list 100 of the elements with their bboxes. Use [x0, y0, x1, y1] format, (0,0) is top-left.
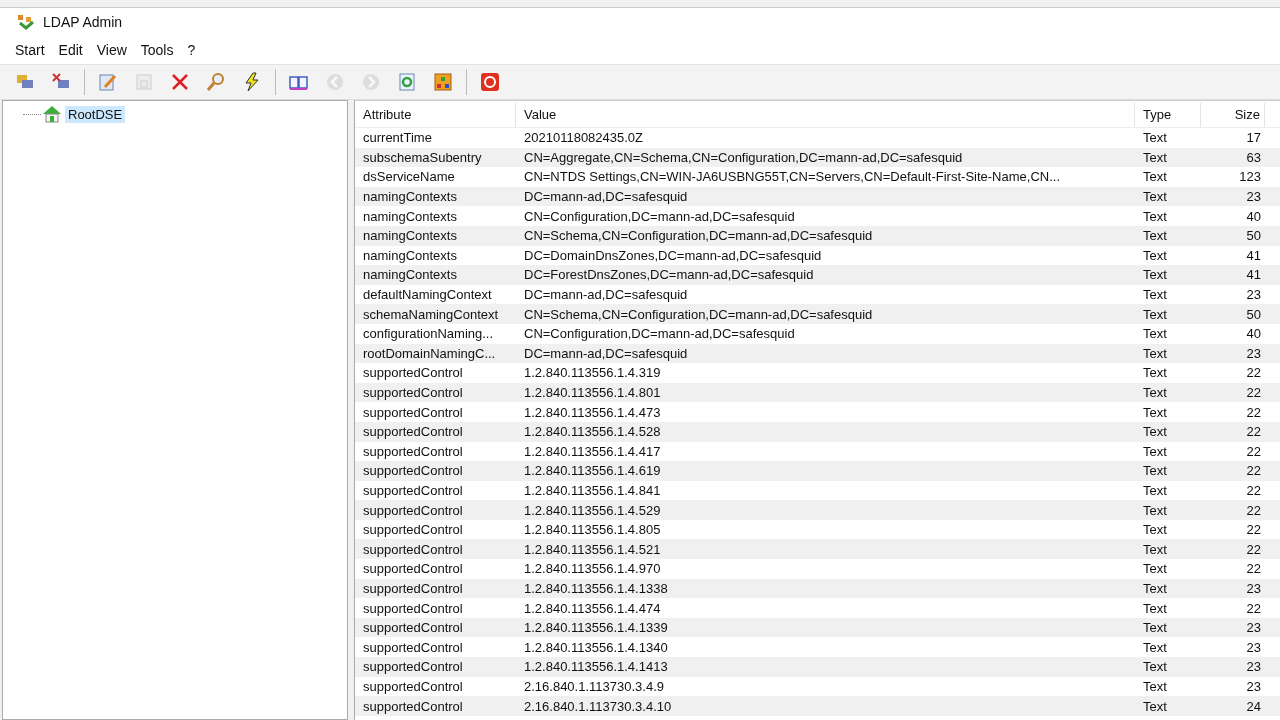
column-header[interactable]: Attribute — [355, 103, 516, 127]
table-cell-text: 23 — [1245, 620, 1262, 636]
table-cell-text: CN=NTDS Settings,CN=WIN-JA6USBNG55T,CN=Servers,CN=Default-First-Site-Name,CN... — [523, 169, 1061, 185]
table-cell-text: Text — [1142, 208, 1168, 224]
table-cell-text: namingContexts — [362, 267, 458, 283]
table-cell-text: supportedControl — [362, 580, 464, 596]
table-cell-text: supportedControl — [362, 385, 464, 400]
table-cell-text: 1.2.840.113556.1.4.970 — [523, 561, 662, 577]
table-cell-text: Text — [1142, 502, 1168, 518]
table-cell-text: 1.2.840.113556.1.4.801 — [523, 385, 662, 400]
table-cell-text: Text — [1142, 365, 1168, 381]
table-cell-text: 2.16.840.1.113730.3.4.10 — [523, 698, 673, 714]
table-cell-text: namingContexts — [362, 208, 458, 224]
table-cell-text: 1.2.840.113556.1.4.417 — [523, 443, 662, 459]
table-cell-text: 41 — [1245, 247, 1262, 263]
table-cell-text: 23 — [1245, 580, 1262, 596]
table-cell-text: 1.2.840.113556.1.4.528 — [523, 424, 662, 440]
table-cell-text: Text — [1142, 169, 1168, 185]
table-cell-text: Text — [1142, 228, 1168, 244]
table-cell-text: 1.2.840.113556.1.4.473 — [523, 404, 662, 420]
table-cell-text: Text — [1142, 267, 1168, 283]
table-cell-text: Text — [1142, 561, 1168, 577]
table-cell-text: 1.2.840.113556.1.4.1340 — [523, 639, 669, 655]
table-cell-text: 40 — [1245, 208, 1262, 224]
table-cell-text: dsServiceName — [362, 169, 456, 185]
table-cell-text: Text — [1142, 443, 1168, 459]
table-cell-text: CN=Schema,CN=Configuration,DC=mann-ad,DC=safesquid — [523, 306, 874, 322]
table-cell-text: CN=Configuration,DC=mann-ad,DC=safesquid — [523, 208, 796, 224]
table-cell-text: supportedControl — [362, 365, 464, 381]
table-cell-text: supportedControl — [362, 541, 464, 557]
table-cell-text: supportedControl — [362, 620, 464, 636]
table-cell-text: Text — [1142, 287, 1168, 303]
menu-item[interactable]: Start — [8, 42, 52, 58]
table-cell-text: 1.2.840.113556.1.4.805 — [523, 522, 662, 538]
table-cell-text: 123 — [1238, 169, 1262, 185]
table-cell-text: Text — [1142, 345, 1168, 361]
table-cell-text: 22 — [1245, 443, 1262, 459]
table-cell-text: 41 — [1245, 267, 1262, 283]
table-cell-text: Text — [1142, 189, 1168, 205]
table-cell-text: supportedControl — [362, 659, 464, 675]
table-cell-text: supportedControl — [362, 424, 464, 440]
table-cell-text: 40 — [1245, 326, 1262, 342]
table-cell-text: supportedControl — [362, 502, 464, 518]
table-cell-text: 22 — [1245, 385, 1262, 400]
table-cell-text: 22 — [1245, 424, 1262, 440]
table-cell-text: 1.2.840.113556.1.4.1413 — [523, 659, 669, 675]
table-cell-text: Text — [1142, 639, 1168, 655]
back-icon — [324, 71, 346, 93]
table-cell-text: Text — [1142, 483, 1168, 498]
table-cell-text: 1.2.840.113556.1.4.529 — [523, 502, 662, 518]
table-cell-text: supportedControl — [362, 522, 464, 538]
table-cell-text: Text — [1142, 600, 1168, 616]
save-icon — [133, 71, 155, 93]
table-cell-text: DC=mann-ad,DC=safesquid — [523, 287, 689, 303]
table-cell-text: 22 — [1245, 404, 1262, 420]
table-cell-text: schemaNamingContext — [362, 306, 500, 322]
menu-item[interactable]: Edit — [51, 42, 90, 58]
table-cell-text: Text — [1142, 659, 1168, 675]
column-header[interactable]: Size — [1201, 103, 1265, 127]
table-cell-text: namingContexts — [362, 247, 458, 263]
table-cell-text: Text — [1142, 130, 1168, 146]
table-cell-text: Text — [1142, 620, 1168, 636]
table-cell-text: Text — [1142, 385, 1168, 400]
tree-node[interactable]: RootDSE — [65, 105, 126, 123]
table-cell-text: 50 — [1245, 306, 1262, 322]
table-cell-text: 22 — [1245, 365, 1262, 381]
column-header[interactable]: Value — [516, 103, 1135, 127]
table-cell-text: Text — [1142, 580, 1168, 596]
table-cell-text: Text — [1142, 424, 1168, 440]
table-cell-text: supportedControl — [362, 561, 464, 577]
table-cell-text: supportedControl — [362, 698, 464, 714]
menu-item[interactable]: View — [89, 42, 134, 58]
table-cell-text: 22 — [1245, 541, 1262, 557]
table-cell-text: Text — [1142, 698, 1168, 714]
table-cell-text: 1.2.840.113556.1.4.319 — [523, 365, 662, 381]
table-cell-text: Text — [1142, 247, 1168, 263]
table-cell-text: Text — [1142, 463, 1168, 479]
table-cell-text: defaultNamingContext — [362, 287, 493, 303]
table-cell-text: 50 — [1245, 228, 1262, 244]
table-cell-text: supportedControl — [362, 678, 464, 694]
table-cell-text: 2.16.840.1.113730.3.4.9 — [523, 678, 665, 694]
app-icon — [17, 14, 35, 30]
table-cell-text: 23 — [1245, 189, 1262, 205]
table-cell-text: DC=mann-ad,DC=safesquid — [523, 345, 689, 361]
table-cell-text: DC=mann-ad,DC=safesquid — [523, 189, 689, 205]
table-cell-text: CN=Aggregate,CN=Schema,CN=Configuration,DC=mann-ad,DC=safesquid — [523, 149, 964, 165]
table-cell-text: 23 — [1245, 345, 1262, 361]
table-cell-text: 23 — [1245, 287, 1262, 303]
menu-item[interactable]: Tools — [133, 42, 181, 58]
column-header[interactable]: Type — [1135, 103, 1201, 127]
table-cell-text: currentTime — [362, 130, 433, 146]
table-cell-text: namingContexts — [362, 189, 458, 205]
search-icon — [205, 71, 227, 93]
window-title: LDAP Admin — [43, 14, 123, 30]
table-cell-text: supportedControl — [362, 639, 464, 655]
table-cell-text: 1.2.840.113556.1.4.619 — [523, 463, 662, 479]
table-cell-text: Text — [1142, 541, 1168, 557]
pencil-icon — [97, 71, 119, 93]
table-cell-text: 22 — [1245, 502, 1262, 518]
menu-item[interactable]: ? — [180, 42, 203, 58]
